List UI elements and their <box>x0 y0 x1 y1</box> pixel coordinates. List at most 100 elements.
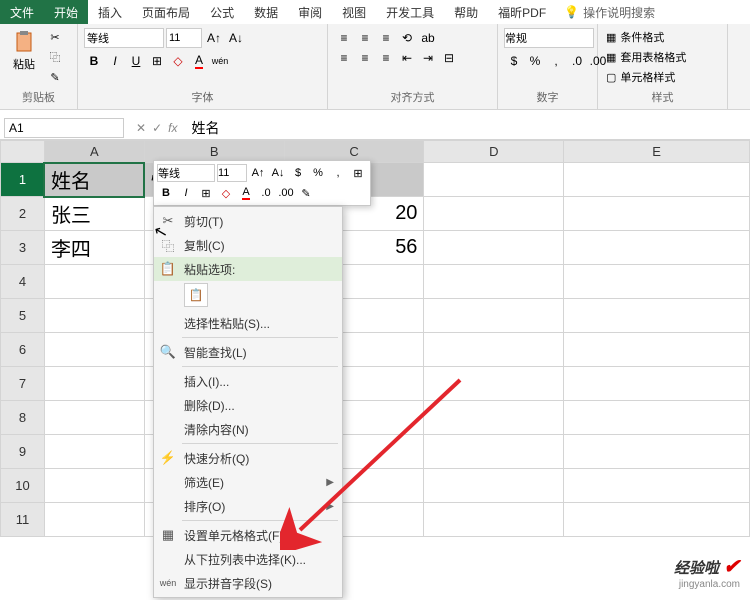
mini-border[interactable]: ⊞ <box>349 164 367 182</box>
copy-button[interactable]: ⿻ <box>46 48 64 66</box>
mini-font-color[interactable]: A <box>237 184 255 202</box>
paste-button[interactable]: 粘贴 <box>6 28 42 74</box>
cell-d9[interactable] <box>424 435 564 469</box>
row-header-7[interactable]: 7 <box>1 367 45 401</box>
cell-a10[interactable] <box>44 469 144 503</box>
cm-clear-contents[interactable]: 清除内容(N) <box>154 417 342 441</box>
cell-e5[interactable] <box>564 299 750 333</box>
cell-a2[interactable]: 张三 <box>44 197 144 231</box>
fill-color-button[interactable]: ◇ <box>168 51 188 71</box>
orientation-button[interactable]: ⟲ <box>397 28 417 48</box>
cell-a3[interactable]: 李四 <box>44 231 144 265</box>
mini-fill-color[interactable]: ◇ <box>217 184 235 202</box>
cell-d7[interactable] <box>424 367 564 401</box>
cm-cut[interactable]: ✂剪切(T) <box>154 209 342 233</box>
cell-a9[interactable] <box>44 435 144 469</box>
mini-font-size[interactable] <box>217 164 247 182</box>
cell-a8[interactable] <box>44 401 144 435</box>
tab-formulas[interactable]: 公式 <box>200 0 244 24</box>
font-size-select[interactable] <box>166 28 202 48</box>
cm-show-phonetic[interactable]: wén显示拼音字段(S) <box>154 571 342 595</box>
mini-font-name[interactable] <box>157 164 215 182</box>
cut-button[interactable]: ✂ <box>46 28 64 46</box>
align-top-button[interactable]: ≡ <box>334 28 354 48</box>
cancel-icon[interactable]: ✕ <box>136 121 146 135</box>
tab-foxit-pdf[interactable]: 福昕PDF <box>488 0 556 24</box>
currency-button[interactable]: $ <box>504 51 524 71</box>
col-header-a[interactable]: A <box>44 141 144 163</box>
cell-e7[interactable] <box>564 367 750 401</box>
select-all-corner[interactable] <box>1 141 45 163</box>
paste-default-button[interactable]: 📋 <box>184 283 208 307</box>
phonetic-button[interactable]: wén <box>210 51 230 71</box>
wrap-text-button[interactable]: ab <box>418 28 438 48</box>
font-name-select[interactable] <box>84 28 164 48</box>
underline-button[interactable]: U <box>126 51 146 71</box>
cm-insert[interactable]: 插入(I)... <box>154 369 342 393</box>
cell-d8[interactable] <box>424 401 564 435</box>
cell-d2[interactable] <box>424 197 564 231</box>
col-header-e[interactable]: E <box>564 141 750 163</box>
cell-a5[interactable] <box>44 299 144 333</box>
col-header-d[interactable]: D <box>424 141 564 163</box>
cell-d1[interactable] <box>424 163 564 197</box>
tab-help[interactable]: 帮助 <box>444 0 488 24</box>
tab-home[interactable]: 开始 <box>44 0 88 24</box>
name-box[interactable]: A1 <box>4 118 124 138</box>
mini-comma[interactable]: , <box>329 164 347 182</box>
cell-e9[interactable] <box>564 435 750 469</box>
font-color-button[interactable]: A <box>189 51 209 71</box>
mini-decimal-dec[interactable]: .00 <box>277 184 295 202</box>
formula-input[interactable]: 姓名 <box>185 118 750 138</box>
row-header-6[interactable]: 6 <box>1 333 45 367</box>
row-header-3[interactable]: 3 <box>1 231 45 265</box>
mini-bold[interactable]: B <box>157 184 175 202</box>
align-bottom-button[interactable]: ≡ <box>376 28 396 48</box>
enter-icon[interactable]: ✓ <box>152 121 162 135</box>
cell-a7[interactable] <box>44 367 144 401</box>
cell-styles-button[interactable]: ▢单元格样式 <box>604 68 721 86</box>
mini-decimal-inc[interactable]: .0 <box>257 184 275 202</box>
row-header-1[interactable]: 1 <box>1 163 45 197</box>
increase-font-button[interactable]: A↑ <box>204 28 224 48</box>
decrease-font-button[interactable]: A↓ <box>226 28 246 48</box>
row-header-4[interactable]: 4 <box>1 265 45 299</box>
cell-e2[interactable] <box>564 197 750 231</box>
cell-a1[interactable]: 姓名 <box>44 163 144 197</box>
mini-percent[interactable]: % <box>309 164 327 182</box>
cm-paste-special[interactable]: 选择性粘贴(S)... <box>154 311 342 335</box>
increase-indent-button[interactable]: ⇥ <box>418 48 438 68</box>
format-painter-button[interactable]: ✎ <box>46 68 64 86</box>
cm-quick-analysis[interactable]: ⚡快速分析(Q) <box>154 446 342 470</box>
row-header-2[interactable]: 2 <box>1 197 45 231</box>
cell-d11[interactable] <box>424 503 564 537</box>
cell-e10[interactable] <box>564 469 750 503</box>
mini-increase-font[interactable]: A↑ <box>249 164 267 182</box>
increase-decimal-button[interactable]: .0 <box>567 51 587 71</box>
cell-d3[interactable] <box>424 231 564 265</box>
row-header-8[interactable]: 8 <box>1 401 45 435</box>
row-header-9[interactable]: 9 <box>1 435 45 469</box>
mini-currency[interactable]: $ <box>289 164 307 182</box>
cm-pick-from-dropdown[interactable]: 从下拉列表中选择(K)... <box>154 547 342 571</box>
align-right-button[interactable]: ≡ <box>376 48 396 68</box>
cell-d4[interactable] <box>424 265 564 299</box>
number-format-select[interactable] <box>504 28 594 48</box>
bold-button[interactable]: B <box>84 51 104 71</box>
cell-d5[interactable] <box>424 299 564 333</box>
align-left-button[interactable]: ≡ <box>334 48 354 68</box>
cell-e4[interactable] <box>564 265 750 299</box>
align-center-button[interactable]: ≡ <box>355 48 375 68</box>
decrease-indent-button[interactable]: ⇤ <box>397 48 417 68</box>
cell-d6[interactable] <box>424 333 564 367</box>
conditional-formatting-button[interactable]: ▦条件格式 <box>604 28 721 46</box>
cell-e6[interactable] <box>564 333 750 367</box>
mini-italic[interactable]: I <box>177 184 195 202</box>
align-middle-button[interactable]: ≡ <box>355 28 375 48</box>
tab-file[interactable]: 文件 <box>0 0 44 24</box>
mini-format-painter[interactable]: ✎ <box>297 184 315 202</box>
cell-d10[interactable] <box>424 469 564 503</box>
cm-delete[interactable]: 删除(D)... <box>154 393 342 417</box>
cm-paste-options[interactable]: 📋粘贴选项: <box>154 257 342 281</box>
cell-a6[interactable] <box>44 333 144 367</box>
